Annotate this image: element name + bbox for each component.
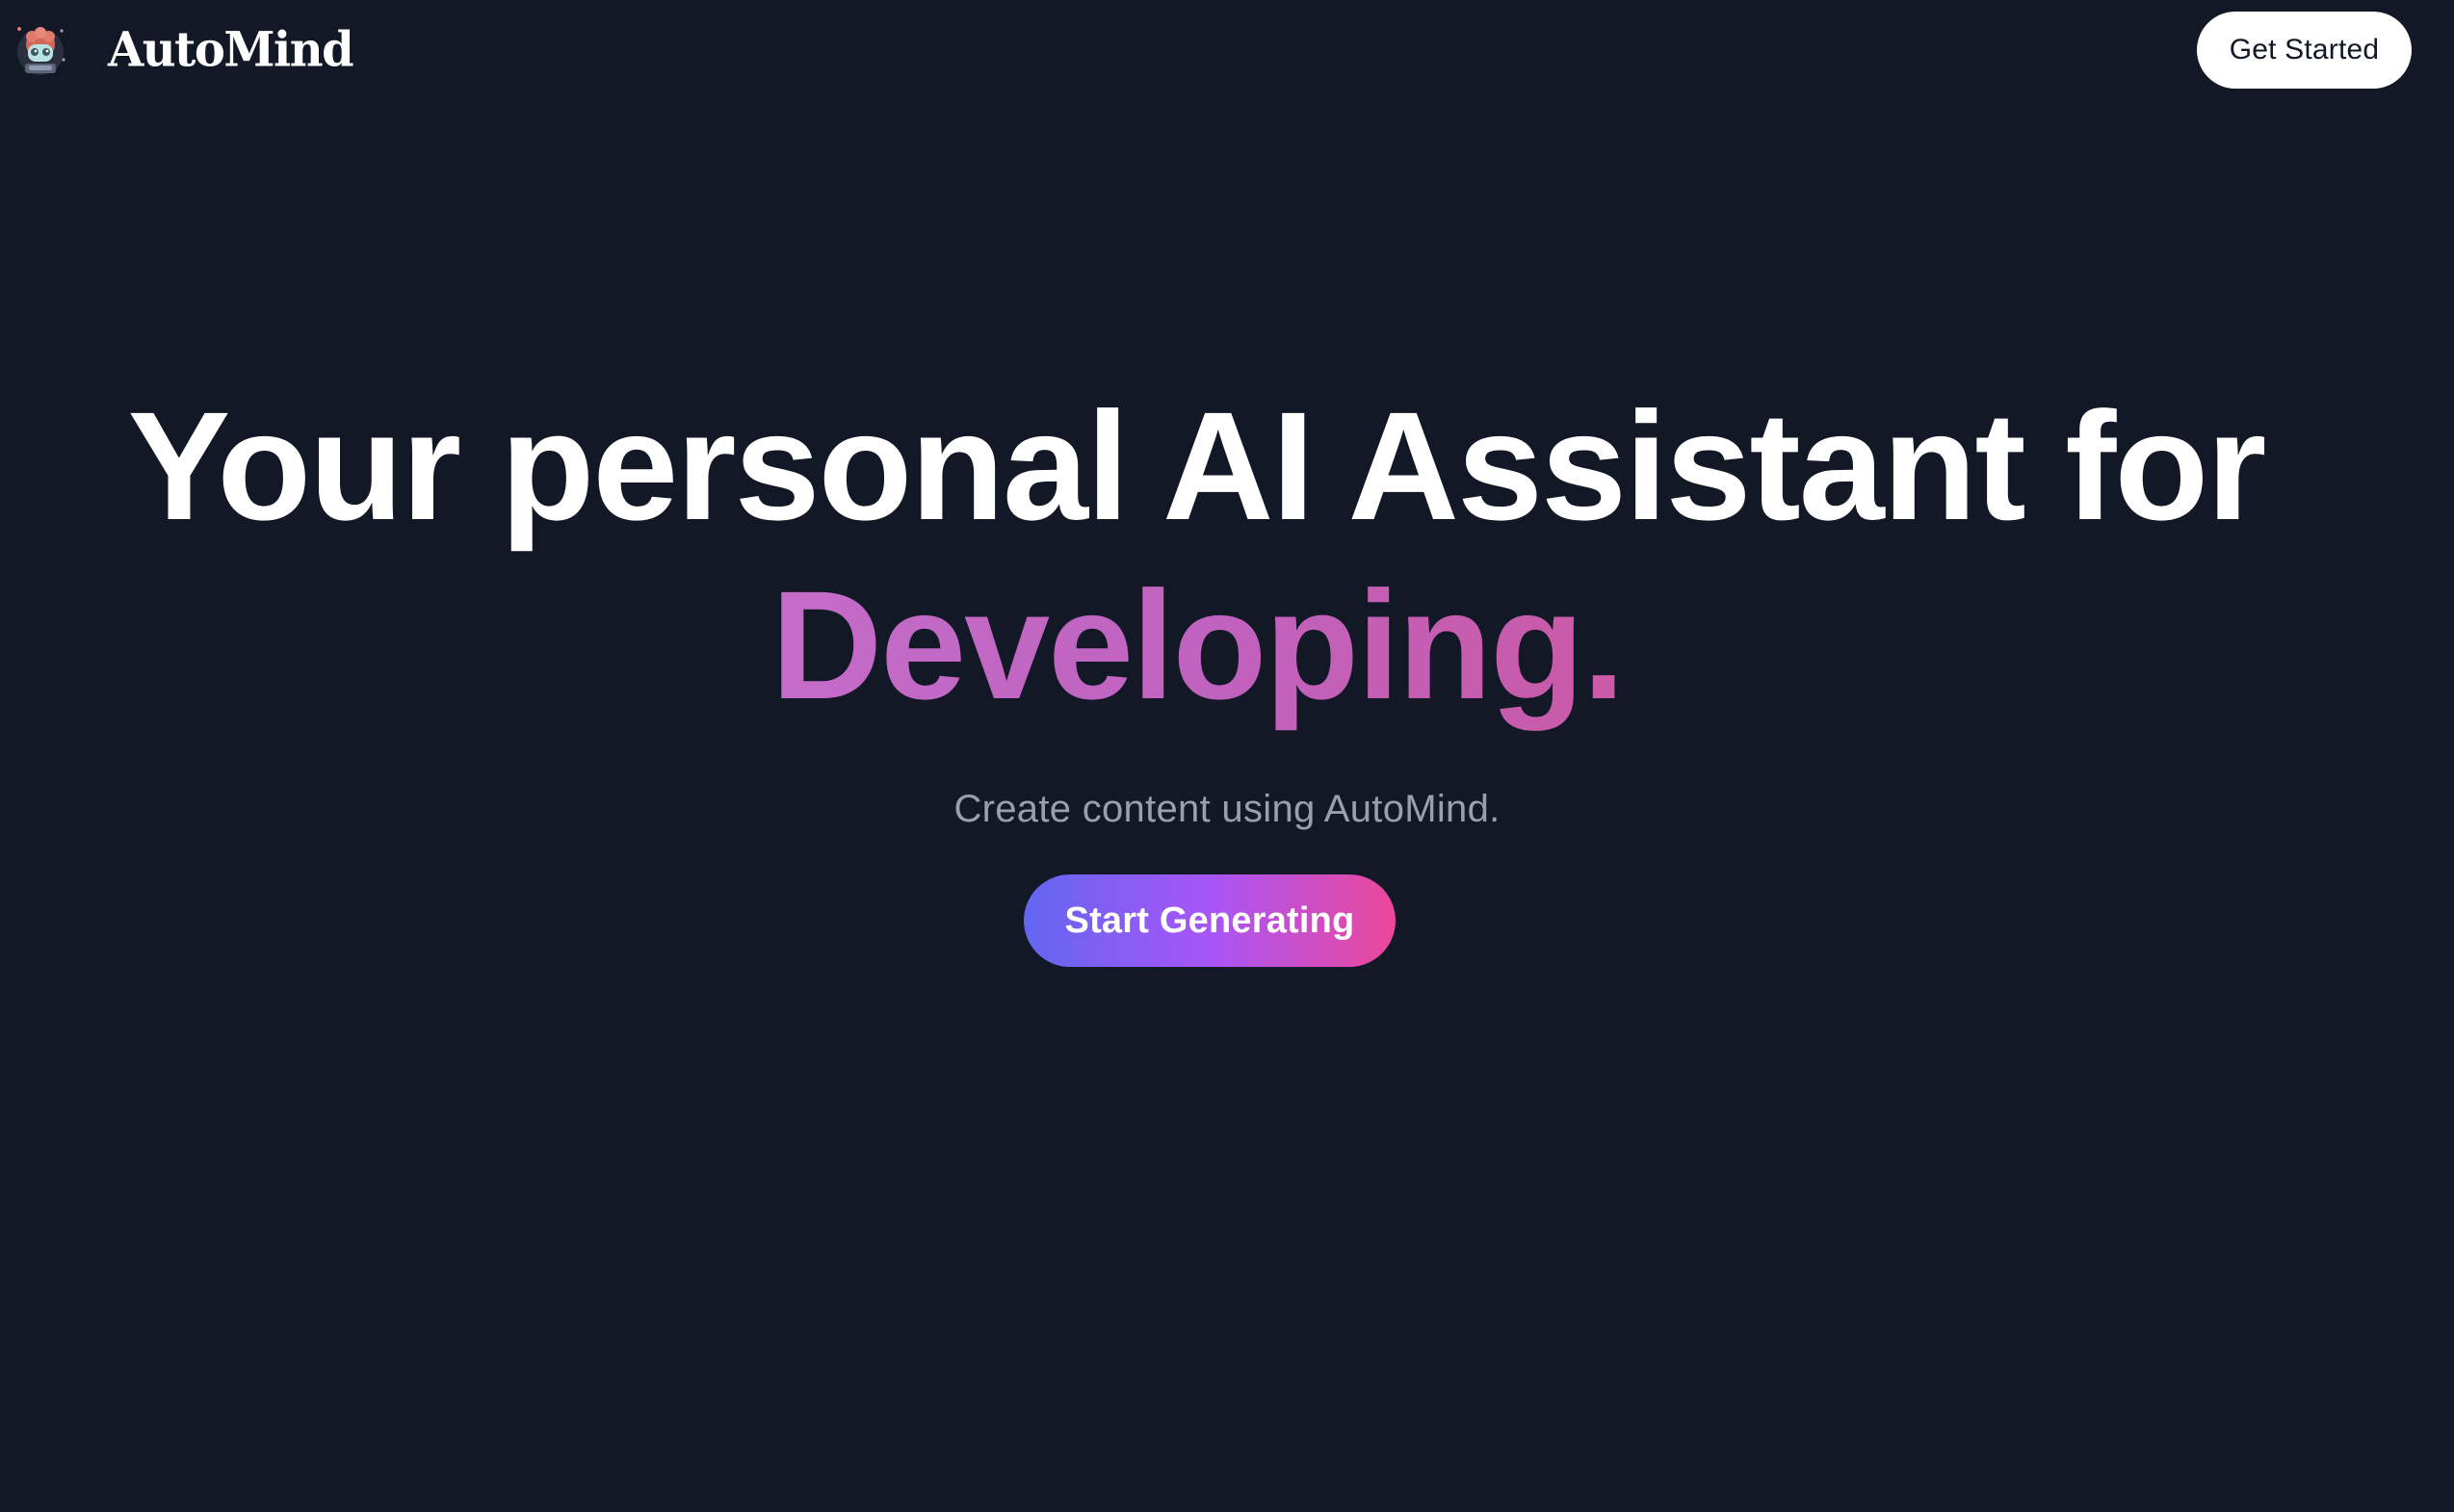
robot-avatar-icon [17,27,65,75]
brand-home-link[interactable]: AutoMind [12,19,354,81]
start-generating-button[interactable]: Start Generating [1024,874,1396,967]
hero-headline-highlight: Developing. [770,559,1626,731]
brand-name: AutoMind [108,21,354,79]
get-started-button[interactable]: Get Started [2197,12,2412,89]
hero-headline-highlight-line: Developing. [0,568,2424,722]
hero-headline: Your personal AI Assistant for [127,379,2267,552]
site-header: AutoMind Get Started [0,0,2454,100]
hero-subtitle: Create content using AutoMind. [953,788,1501,830]
